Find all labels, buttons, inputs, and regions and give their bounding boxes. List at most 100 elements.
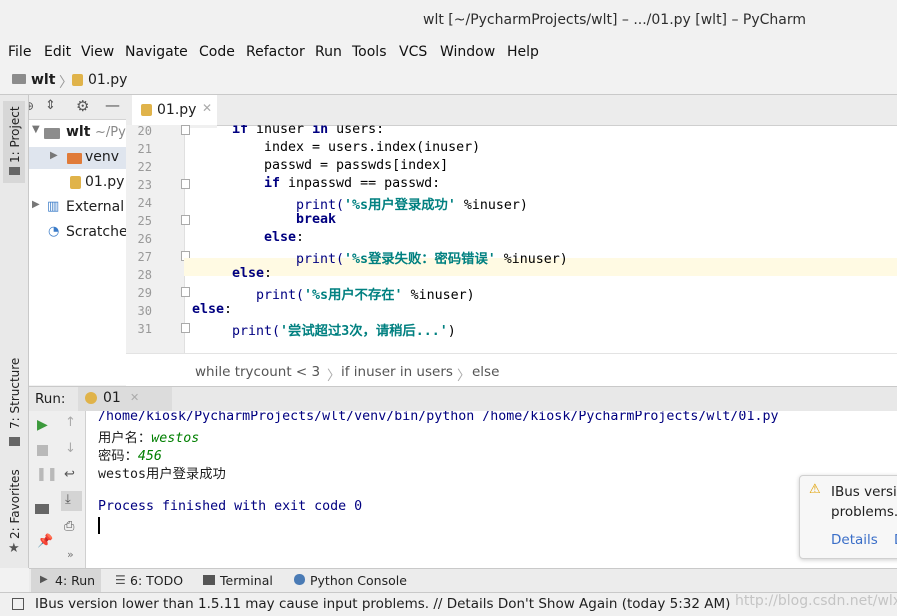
menu-bar: File Edit View Navigate Code Refactor Ru…: [0, 40, 897, 65]
python-file-icon: [72, 74, 83, 86]
code-line-21: index = users.index(inuser): [264, 140, 481, 155]
python-file-icon: [70, 176, 81, 189]
menu-vcs[interactable]: VCS: [399, 44, 427, 60]
status-message[interactable]: IBus version lower than 1.5.11 may cause…: [35, 596, 730, 612]
pin-icon[interactable]: 📌: [37, 534, 53, 549]
python-console-icon: [294, 574, 305, 585]
terminal-icon: [203, 575, 215, 585]
code-line-23: if inpasswd == passwd:: [264, 176, 441, 191]
expand-arrow-icon[interactable]: ▶: [32, 199, 40, 210]
breadcrumb-while[interactable]: while trycount < 3: [195, 364, 320, 380]
close-icon[interactable]: ✕: [202, 101, 212, 115]
line-number: 21: [137, 142, 152, 156]
notification-title: IBus versio: [831, 484, 897, 500]
run-icon: ▶: [40, 574, 48, 585]
tab-run[interactable]: ▶ 4: Run: [31, 569, 101, 592]
menu-help[interactable]: Help: [507, 44, 539, 60]
window-title: wlt [~/PycharmProjects/wlt] – .../01.py …: [423, 12, 807, 28]
project-panel: ⊕ ⇕ ⚙ — ▼ wlt ~/Py ▶ venv 01.py ▶ ▥ Exte…: [29, 95, 127, 385]
menu-refactor[interactable]: Refactor: [246, 44, 305, 60]
bottom-tool-tabs: ▶ 4: Run ☰ 6: TODO Terminal Python Conso…: [29, 568, 897, 592]
menu-file[interactable]: File: [8, 44, 31, 60]
run-icon[interactable]: ▶: [37, 417, 48, 433]
breadcrumb-if[interactable]: if inuser in users: [341, 364, 453, 380]
code-line-22: passwd = passwds[index]: [264, 158, 449, 173]
tree-scratches[interactable]: Scratche: [66, 224, 126, 240]
scroll-to-end-toggle[interactable]: ⤓: [61, 491, 82, 511]
tab-project[interactable]: 1: Project: [8, 106, 22, 163]
gutter: 20 21 22 23 24 25 26 27 28 29 30 31: [126, 124, 190, 353]
code-area[interactable]: if inuser in users: index = users.index(…: [184, 125, 897, 353]
line-number: 28: [137, 268, 152, 282]
hide-icon[interactable]: —: [105, 96, 120, 114]
menu-view[interactable]: View: [81, 44, 114, 60]
tree-root[interactable]: wlt: [66, 124, 90, 140]
run-toolbar: ▶ ❚❚ 📌: [29, 411, 60, 568]
toggle-tool-windows-icon[interactable]: [12, 598, 24, 610]
expand-arrow-icon[interactable]: ▶: [50, 150, 58, 161]
left-tool-stripe: 1: Project 7: Structure 2: Favorites ★: [0, 95, 29, 568]
ibus-notification[interactable]: ⚠ IBus versio problems. Details D: [799, 475, 897, 559]
project-toolbar: ⊕ ⇕ ⚙ —: [29, 95, 126, 120]
console-line-password: 密码：456: [98, 449, 162, 464]
python-file-icon: [141, 104, 152, 116]
arrow-down-icon[interactable]: ↓: [65, 441, 76, 456]
soft-wrap-icon[interactable]: ↩: [64, 467, 75, 482]
tree-file[interactable]: 01.py: [85, 174, 124, 190]
line-number: 24: [137, 196, 152, 210]
scroll-to-end-icon: ⤓: [65, 492, 71, 507]
menu-run[interactable]: Run: [315, 44, 342, 60]
code-line-28: else:: [232, 266, 273, 281]
tree-venv[interactable]: venv: [85, 149, 119, 165]
nav-file[interactable]: 01.py: [88, 72, 127, 88]
menu-code[interactable]: Code: [199, 44, 235, 60]
layout-icon[interactable]: [35, 504, 49, 514]
notification-details-link[interactable]: Details: [831, 532, 878, 548]
code-line-29: print('%s用户不存在' %inuser): [256, 288, 475, 303]
warning-icon: ⚠: [809, 482, 821, 497]
more-icon[interactable]: »: [67, 548, 74, 561]
run-tab[interactable]: 01 ✕: [78, 387, 172, 411]
tab-structure[interactable]: 7: Structure: [8, 358, 22, 429]
target-icon[interactable]: ⊕: [29, 99, 34, 113]
tab-python-console[interactable]: Python Console: [310, 573, 407, 588]
expand-arrow-icon[interactable]: ▼: [32, 124, 40, 135]
run-toolbar-secondary: ↑ ↓ ↩ ⤓ ⎙ »: [59, 411, 86, 568]
gear-icon[interactable]: ⚙: [76, 97, 89, 115]
stop-icon[interactable]: [37, 445, 48, 456]
breadcrumb-separator: 〉: [327, 368, 341, 384]
tab-terminal[interactable]: Terminal: [220, 573, 273, 588]
breadcrumb-separator: 〉: [457, 368, 471, 384]
line-number: 29: [137, 286, 152, 300]
folder-icon: [12, 74, 26, 84]
python-icon: [85, 392, 97, 404]
notification-text: problems.: [831, 504, 897, 520]
pause-icon[interactable]: ❚❚: [36, 467, 58, 482]
run-header: Run: 01 ✕: [29, 386, 897, 412]
tree-external[interactable]: External: [66, 199, 124, 215]
arrow-up-icon[interactable]: ↑: [65, 415, 76, 430]
menu-edit[interactable]: Edit: [44, 44, 71, 60]
tab-todo[interactable]: 6: TODO: [130, 573, 183, 588]
line-number: 20: [137, 124, 152, 138]
structure-icon: [9, 437, 20, 446]
print-icon[interactable]: ⎙: [64, 519, 74, 534]
close-icon[interactable]: ✕: [130, 391, 139, 404]
menu-tools[interactable]: Tools: [352, 44, 387, 60]
line-number: 27: [137, 250, 152, 264]
nav-project[interactable]: wlt: [31, 72, 55, 88]
project-icon: [9, 167, 20, 175]
menu-navigate[interactable]: Navigate: [125, 44, 188, 60]
star-icon: ★: [8, 541, 20, 556]
editor-tab-label: 01.py: [157, 102, 197, 118]
console-line-username: 用户名：westos: [98, 431, 200, 446]
watermark: http://blog.csdn.net/wlxiyou: [735, 593, 897, 609]
line-number: 22: [137, 160, 152, 174]
menu-window[interactable]: Window: [440, 44, 495, 60]
breadcrumb-else[interactable]: else: [472, 364, 499, 380]
folder-icon: [67, 153, 82, 164]
code-line-26: else:: [264, 230, 305, 245]
run-console[interactable]: /home/kiosk/PycharmProjects/wlt/venv/bin…: [86, 411, 897, 568]
tab-favorites[interactable]: 2: Favorites: [8, 469, 22, 539]
collapse-all-icon[interactable]: ⇕: [45, 98, 56, 113]
